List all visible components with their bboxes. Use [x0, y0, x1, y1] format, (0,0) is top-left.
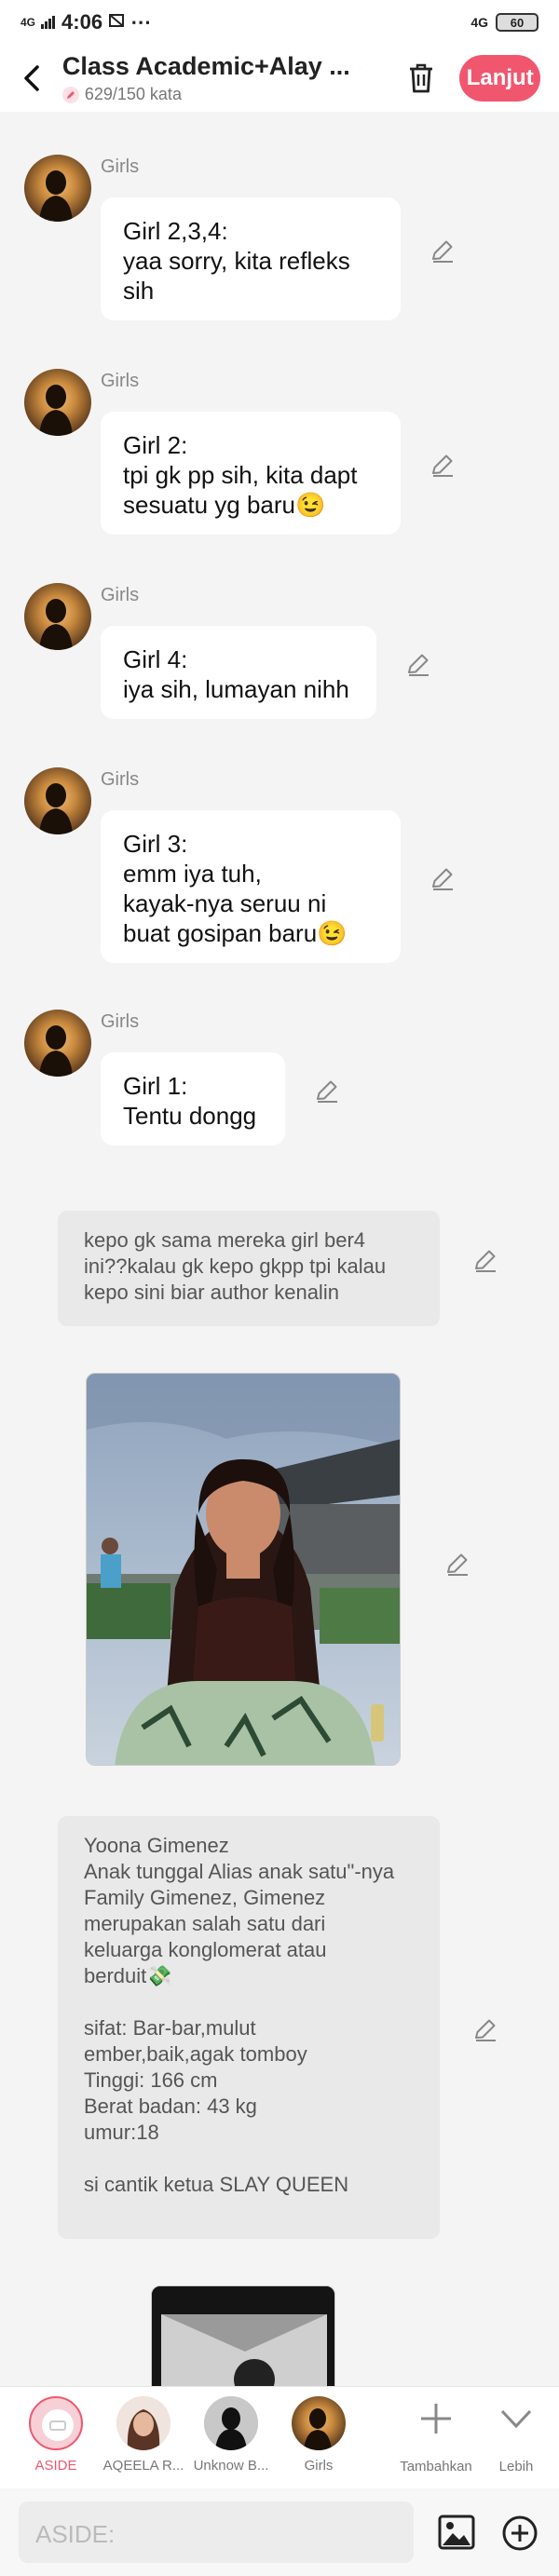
- character-label: Tambahkan: [400, 2459, 472, 2474]
- story-image[interactable]: [86, 1373, 401, 1766]
- back-button[interactable]: [19, 60, 46, 97]
- character-label: Unknow B...: [193, 2458, 269, 2474]
- pencil-badge-icon: [61, 86, 79, 103]
- edit-message-icon[interactable]: [429, 237, 457, 264]
- next-button[interactable]: Lanjut: [459, 55, 540, 102]
- avatar-girls[interactable]: [24, 583, 91, 650]
- edit-message-icon[interactable]: [429, 864, 457, 892]
- story-image-partial[interactable]: [151, 2285, 335, 2386]
- character-selector: ASIDE AQEELA R... Unknow B... Girls Tamb…: [0, 2386, 559, 2488]
- character-girls[interactable]: Girls: [272, 2396, 365, 2474]
- character-aqeela[interactable]: AQEELA R...: [97, 2396, 190, 2474]
- more-characters-button[interactable]: Lebih: [470, 2396, 559, 2474]
- speaker-name: Girls: [101, 585, 140, 605]
- narration-block[interactable]: kepo gk sama mereka girl ber4 ini??kalau…: [58, 1211, 440, 1326]
- add-character-button[interactable]: Tambahkan: [389, 2396, 483, 2474]
- story-title: Class Academic+Alay ...: [61, 52, 350, 80]
- header: Class Academic+Alay ... 629/150 kata Lan…: [0, 45, 559, 112]
- speaker-name: Girls: [101, 769, 140, 790]
- battery-level: 60: [510, 15, 525, 30]
- silhouette-icon: [39, 1025, 73, 1077]
- edit-narration-icon[interactable]: [471, 2015, 499, 2043]
- edit-message-icon[interactable]: [429, 451, 457, 479]
- character-label: Lebih: [498, 2459, 534, 2474]
- story-title-row[interactable]: Class Academic+Alay ...: [62, 52, 361, 81]
- speaker-name: Girls: [101, 371, 140, 391]
- message-bubble[interactable]: Girl 3: emm iya tuh, kayak-nya seruu ni …: [101, 810, 401, 963]
- edit-narration-icon[interactable]: [471, 1246, 499, 1274]
- character-unknow[interactable]: Unknow B...: [184, 2396, 278, 2474]
- character-label: ASIDE: [34, 2458, 77, 2474]
- avatar-girls[interactable]: [24, 1010, 91, 1077]
- composer: ASIDE:: [0, 2488, 559, 2576]
- partial-photo: [152, 2286, 334, 2386]
- word-count: 629/150 kata: [84, 85, 182, 103]
- plus-icon: [421, 2404, 451, 2434]
- signal-icon: [41, 10, 56, 34]
- delete-button[interactable]: [407, 60, 436, 97]
- speaker-name: Girls: [101, 1011, 140, 1032]
- portrait-avatar: [116, 2396, 170, 2450]
- avatar-girls[interactable]: [24, 369, 91, 436]
- silhouette-icon: [39, 783, 73, 834]
- status-bar: 4G 4:06 ⋯ 4G 60: [0, 0, 559, 45]
- battery-icon: 60: [496, 13, 539, 32]
- character-profile-block[interactable]: Yoona Gimenez Anak tunggal Alias anak sa…: [58, 1816, 440, 2239]
- notification-icon: [108, 10, 125, 34]
- clock: 4:06: [61, 10, 103, 34]
- message-bubble[interactable]: Girl 2,3,4: yaa sorry, kita refleks sih: [101, 197, 401, 320]
- portrait-photo: [87, 1374, 400, 1765]
- add-circle-icon[interactable]: [501, 2515, 539, 2552]
- edit-message-icon[interactable]: [404, 650, 432, 678]
- avatar-girls[interactable]: [24, 155, 91, 222]
- silhouette-icon: [204, 2396, 258, 2450]
- more-indicators: ⋯: [130, 10, 152, 34]
- network-right: 4G: [470, 15, 488, 30]
- image-icon[interactable]: [438, 2515, 475, 2550]
- message-bubble[interactable]: Girl 1: Tentu dongg: [101, 1052, 285, 1146]
- message-bubble[interactable]: Girl 2: tpi gk pp sih, kita dapt sesuatu…: [101, 412, 401, 535]
- edit-title-icon[interactable]: [359, 53, 361, 81]
- message-bubble[interactable]: Girl 4: iya sih, lumayan nihh: [101, 626, 376, 719]
- network-indicator: 4G: [20, 16, 36, 29]
- speaker-name: Girls: [101, 156, 140, 177]
- message-input[interactable]: ASIDE:: [19, 2501, 414, 2563]
- chevron-left-icon: [24, 65, 40, 91]
- story-feed[interactable]: Girls Girl 2,3,4: yaa sorry, kita reflek…: [0, 112, 559, 2386]
- chat-bubble-icon: [42, 2409, 74, 2441]
- character-aside[interactable]: ASIDE: [9, 2396, 102, 2474]
- silhouette-icon: [39, 385, 73, 436]
- silhouette-icon: [39, 599, 73, 650]
- character-label: AQEELA R...: [102, 2458, 184, 2474]
- silhouette-icon: [304, 2408, 332, 2450]
- trash-icon: [410, 63, 433, 93]
- edit-image-icon[interactable]: [443, 1550, 471, 1578]
- edit-message-icon[interactable]: [313, 1077, 341, 1105]
- character-label: Girls: [304, 2458, 334, 2474]
- chevron-down-icon: [500, 2409, 532, 2429]
- silhouette-icon: [39, 170, 73, 222]
- avatar-girls[interactable]: [24, 767, 91, 834]
